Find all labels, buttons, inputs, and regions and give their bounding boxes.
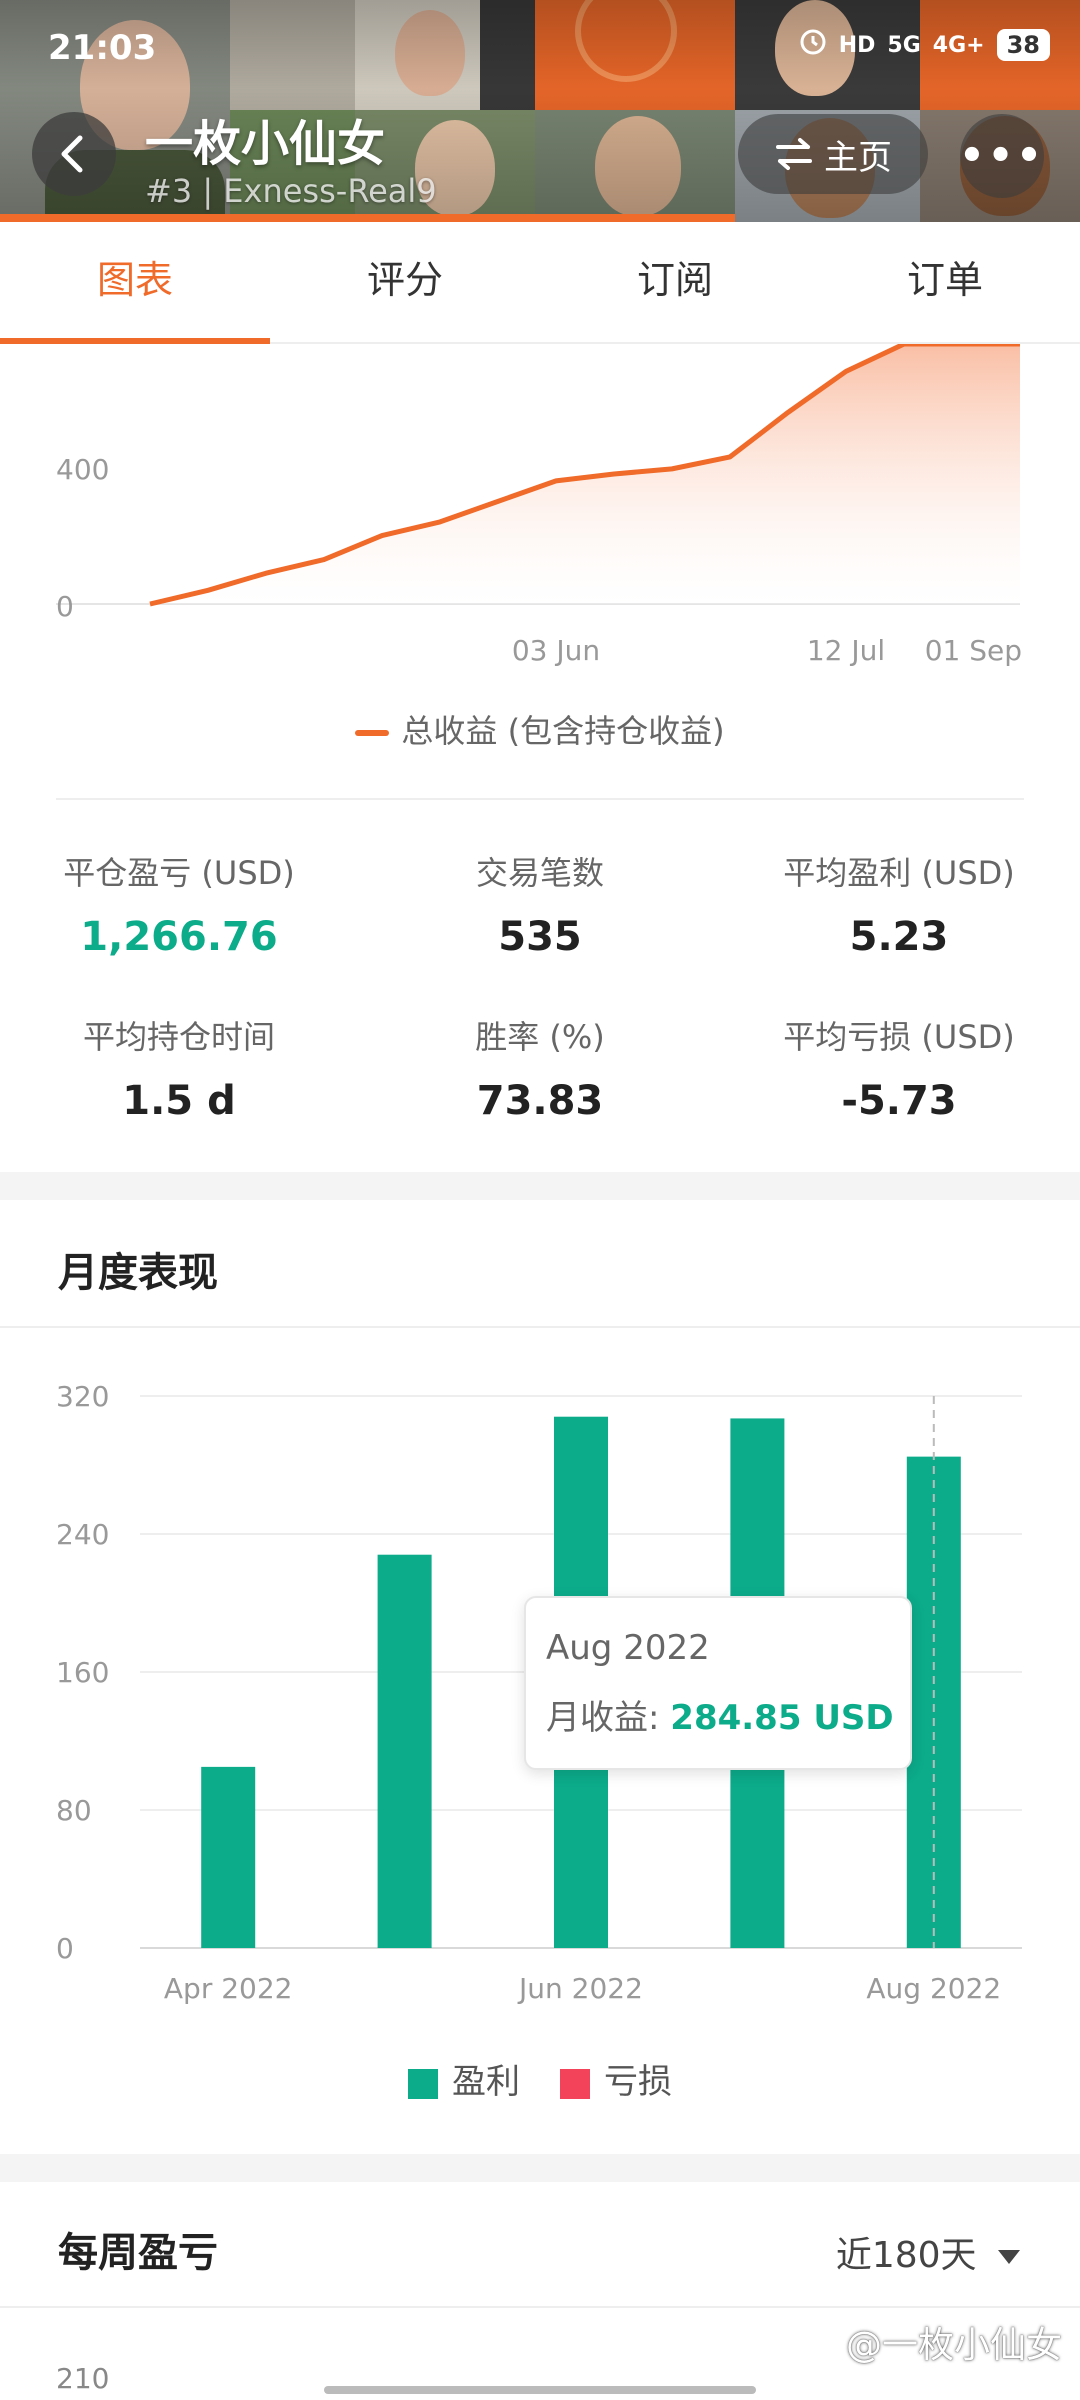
section-gap <box>0 1172 1080 1200</box>
stat-win-rate: 胜率 (%) 73.83 <box>375 1012 705 1124</box>
battery-icon: 38 <box>996 29 1050 61</box>
banner-accent-line <box>0 214 735 222</box>
monthly-section-title: 月度表现 <box>58 1250 218 1296</box>
watermark: @一枚小仙女 <box>845 2325 1062 2366</box>
stat-label: 平仓盈亏 (USD) <box>63 854 295 892</box>
total-profit-chart: 0 400 03 Jun 12 Jul 01 Sep <box>56 344 1022 667</box>
legend-item-profit[interactable]: 盈利 <box>408 2054 520 2103</box>
stat-trade-count: 交易笔数 535 <box>375 848 705 960</box>
x-tick-label: Jun 2022 <box>517 1972 643 2005</box>
tab-chart[interactable]: 图表 <box>0 222 270 344</box>
page-title: 一枚小仙女 <box>145 116 386 172</box>
tooltip-label: 月收益: <box>546 1698 660 1738</box>
stat-value: 1,266.76 <box>80 914 278 960</box>
stat-value: 73.83 <box>476 1078 604 1124</box>
swap-icon <box>776 138 812 170</box>
status-time: 21:03 <box>48 28 157 68</box>
legend-item-loss[interactable]: 亏损 <box>560 2054 672 2103</box>
legend-line-swatch <box>355 730 390 736</box>
stat-label: 胜率 (%) <box>475 1018 605 1056</box>
y-tick-label: 160 <box>56 1656 109 1689</box>
chevron-left-icon <box>61 135 83 173</box>
4g-signal-icon: 4G+ <box>932 32 985 58</box>
account-subtitle: #3 | Exness-Real9 <box>145 172 437 210</box>
hd-icon: HD <box>838 32 876 58</box>
legend-swatch-loss <box>560 2068 590 2099</box>
area-fill <box>150 344 1020 604</box>
more-button[interactable]: ••• <box>959 114 1045 198</box>
range-label: 近180天 <box>835 2235 977 2276</box>
stat-value: 5.23 <box>849 914 949 960</box>
x-tick-label: 12 Jul <box>807 634 885 667</box>
line-chart-legend: 总收益 (包含持仓收益) <box>0 706 1080 752</box>
stat-avg-hold-time: 平均持仓时间 1.5 d <box>14 1012 344 1124</box>
tab-orders[interactable]: 订单 <box>810 222 1080 342</box>
tooltip-month: Aug 2022 <box>546 1628 710 1668</box>
x-tick-label: Apr 2022 <box>164 1972 293 2005</box>
tab-bar: 图表 评分 订阅 订单 <box>0 222 1080 344</box>
home-indicator[interactable] <box>324 2386 756 2394</box>
x-tick-label: 01 Sep <box>925 634 1022 667</box>
5g-signal-icon: 5G <box>887 32 921 58</box>
section-gap <box>0 2154 1080 2182</box>
legend-loss-label: 亏损 <box>604 2062 672 2102</box>
tooltip-row: 月收益: 284.85 USD <box>546 1690 894 1739</box>
back-button[interactable] <box>32 112 116 196</box>
y-tick-label: 400 <box>56 453 109 486</box>
weekly-y-tick: 210 <box>56 2362 110 2395</box>
stat-label: 平均持仓时间 <box>82 1018 275 1056</box>
line-legend-label: 总收益 (包含持仓收益) <box>401 712 725 750</box>
alarm-icon <box>799 28 827 62</box>
bar-chart-legend: 盈利 亏损 <box>0 2054 1080 2103</box>
home-label: 主页 <box>824 137 892 178</box>
divider <box>0 2306 1080 2308</box>
x-tick-label: 03 Jun <box>512 634 600 667</box>
y-tick-label: 80 <box>56 1794 92 1827</box>
stat-closed-pnl: 平仓盈亏 (USD) 1,266.76 <box>14 848 344 960</box>
stat-label: 交易笔数 <box>475 854 604 892</box>
y-tick-label: 320 <box>56 1380 109 1413</box>
home-button[interactable]: 主页 <box>738 114 928 194</box>
stat-label: 平均亏损 (USD) <box>783 1018 1015 1056</box>
y-tick-label: 0 <box>56 590 74 623</box>
more-icon: ••• <box>959 133 1045 179</box>
tab-subscribe[interactable]: 订阅 <box>540 222 810 342</box>
stat-value: 535 <box>498 914 582 960</box>
divider <box>56 798 1024 800</box>
status-icons: HD 5G 4G+ 38 <box>799 28 1050 62</box>
tab-rating[interactable]: 评分 <box>270 222 540 342</box>
stat-avg-profit: 平均盈利 (USD) 5.23 <box>734 848 1064 960</box>
stat-avg-loss: 平均亏损 (USD) -5.73 <box>734 1012 1064 1124</box>
weekly-section-title: 每周盈亏 <box>58 2230 218 2276</box>
legend-profit-label: 盈利 <box>452 2062 520 2102</box>
tooltip-value: 284.85 USD <box>670 1698 894 1738</box>
bar-profit <box>377 1554 432 1948</box>
caret-down-icon <box>998 2250 1020 2264</box>
legend-swatch-profit <box>408 2068 438 2099</box>
x-tick-label: Aug 2022 <box>866 1972 1001 2005</box>
y-tick-label: 0 <box>56 1932 74 1965</box>
stat-label: 平均盈利 (USD) <box>783 854 1015 892</box>
stat-value: -5.73 <box>841 1078 957 1124</box>
bar-profit <box>201 1766 256 1948</box>
range-dropdown[interactable]: 近180天 <box>836 2226 1022 2278</box>
stat-value: 1.5 d <box>122 1078 236 1124</box>
divider <box>0 1326 1080 1328</box>
y-tick-label: 240 <box>56 1518 109 1551</box>
chart-tooltip: Aug 2022 月收益: 284.85 USD <box>524 1596 912 1770</box>
